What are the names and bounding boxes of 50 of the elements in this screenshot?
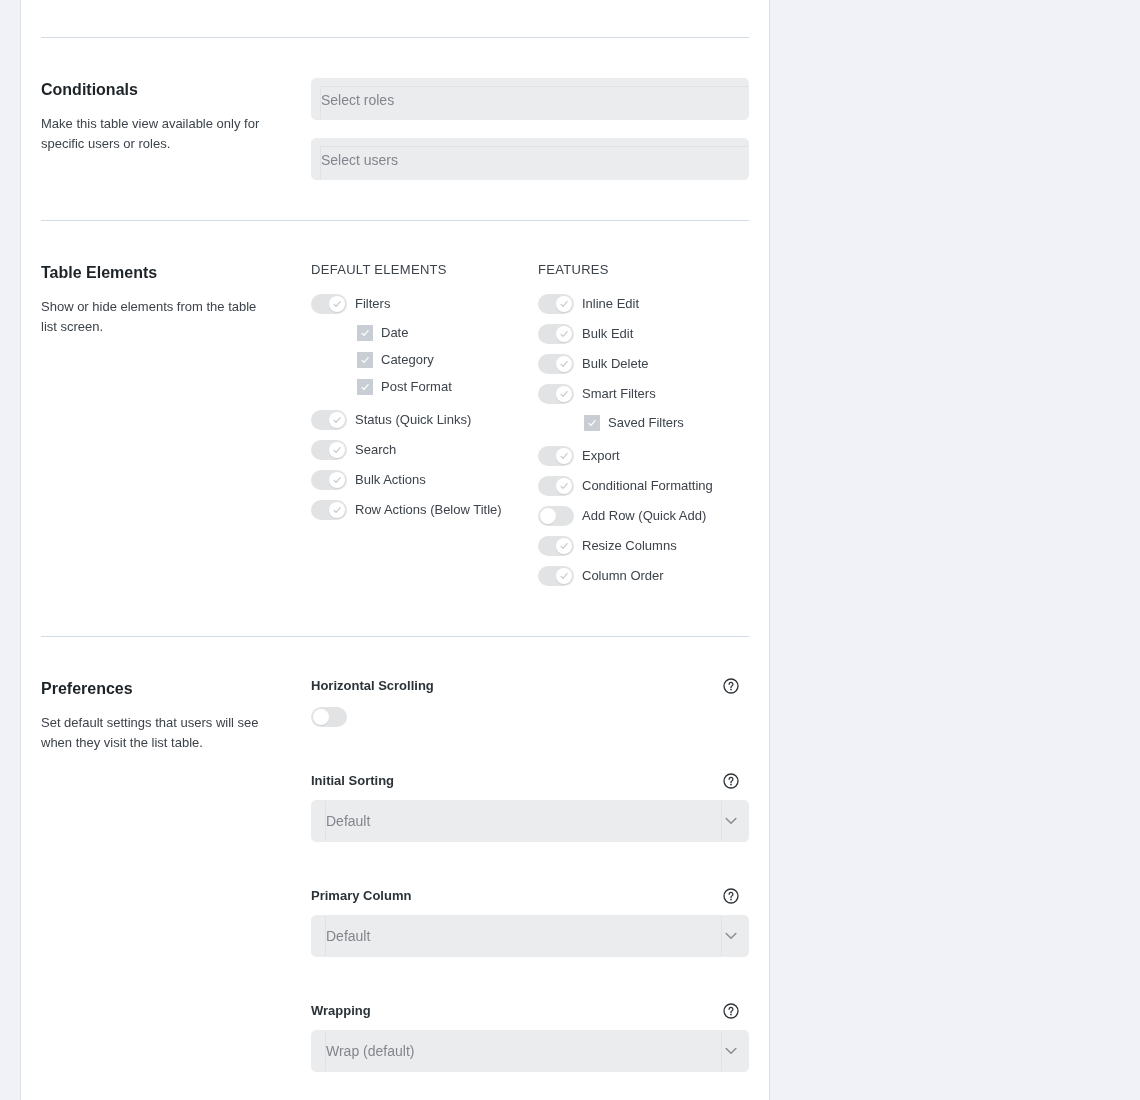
checkbox-label: Saved Filters bbox=[608, 414, 684, 432]
check-icon bbox=[360, 328, 370, 338]
check-icon bbox=[332, 415, 342, 425]
check-icon bbox=[360, 355, 370, 365]
setting-label: Primary Column bbox=[311, 887, 412, 905]
check-icon bbox=[559, 451, 569, 461]
check-icon bbox=[559, 571, 569, 581]
check-icon bbox=[587, 418, 597, 428]
check-icon bbox=[332, 475, 342, 485]
check-icon bbox=[559, 481, 569, 491]
section-title: Table Elements bbox=[41, 263, 159, 283]
check-icon bbox=[559, 299, 569, 309]
setting-label: Wrapping bbox=[311, 1002, 371, 1020]
toggle-label: Export bbox=[582, 447, 620, 465]
toggle-label: Status (Quick Links) bbox=[355, 411, 472, 429]
toggle-label: Inline Edit bbox=[582, 295, 640, 313]
group-heading: DEFAULT ELEMENTS bbox=[311, 261, 448, 279]
section-title: Conditionals bbox=[41, 80, 139, 100]
toggle-label: Filters bbox=[355, 295, 391, 313]
checkbox-label: Date bbox=[381, 324, 409, 342]
toggle-label: Smart Filters bbox=[582, 385, 656, 403]
chevron-down-icon bbox=[725, 817, 737, 825]
toggle-label: Column Order bbox=[582, 567, 664, 585]
chevron-down-icon bbox=[725, 1047, 737, 1055]
check-icon bbox=[332, 445, 342, 455]
toggle-label: Resize Columns bbox=[582, 537, 677, 555]
check-icon bbox=[559, 329, 569, 339]
checkbox-label: Post Format bbox=[381, 378, 452, 396]
toggle-label: Bulk Actions bbox=[355, 471, 426, 489]
group-heading: FEATURES bbox=[538, 261, 610, 279]
section-description: Set default settings that users will see when they visit the list table. bbox=[41, 714, 260, 752]
toggle-label: Bulk Edit bbox=[582, 325, 634, 343]
check-icon bbox=[332, 505, 342, 515]
toggle-label: Row Actions (Below Title) bbox=[355, 501, 502, 519]
check-icon bbox=[559, 541, 569, 551]
toggle-label: Add Row (Quick Add) bbox=[582, 507, 707, 525]
check-icon bbox=[559, 389, 569, 399]
checkbox-label: Category bbox=[381, 351, 434, 369]
section-description: Show or hide elements from the table list screen. bbox=[41, 298, 258, 336]
check-icon bbox=[360, 382, 370, 392]
check-icon bbox=[559, 359, 569, 369]
chevron-down-icon bbox=[725, 932, 737, 940]
section-title: Preferences bbox=[41, 679, 134, 699]
section-description: Make this table view available only for specific users or roles. bbox=[41, 115, 261, 153]
toggle-label: Bulk Delete bbox=[582, 355, 649, 373]
check-icon bbox=[332, 299, 342, 309]
setting-label: Horizontal Scrolling bbox=[311, 677, 434, 695]
toggle-label: Conditional Formatting bbox=[582, 477, 713, 495]
toggle-label: Search bbox=[355, 441, 397, 459]
setting-label: Initial Sorting bbox=[311, 772, 395, 790]
